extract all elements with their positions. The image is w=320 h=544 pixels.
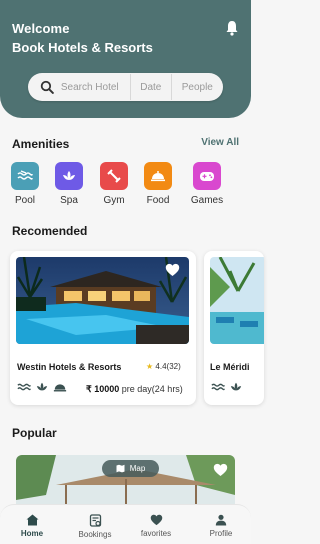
nav-profile[interactable]: Profile (196, 514, 246, 538)
map-label: Map (129, 464, 146, 473)
amenity-label: Gym (103, 195, 125, 206)
amenity-spa[interactable]: Spa (49, 162, 89, 206)
price-value: ₹ 10000 (86, 384, 120, 394)
amenity-games[interactable]: Games (187, 162, 227, 206)
pool-icon (11, 162, 39, 190)
nav-bookings[interactable]: Bookings (70, 514, 120, 539)
bottom-nav: Home Bookings favorites Profile (0, 504, 251, 544)
spa-icon (36, 382, 48, 391)
pool-icon (211, 383, 225, 391)
pool-icon (17, 383, 31, 391)
search-bar[interactable]: Search Hotel Date People (28, 73, 223, 101)
hotel-amenity-icons (211, 381, 243, 393)
nav-label: Home (20, 529, 44, 538)
nav-label: Bookings (78, 530, 112, 539)
amenity-label: Food (146, 195, 170, 206)
amenity-gym[interactable]: Gym (94, 162, 134, 206)
map-button[interactable]: Map (102, 460, 159, 477)
review-count: (32) (166, 362, 181, 371)
hotel-name: Westin Hotels & Resorts (17, 362, 122, 372)
spa-icon (55, 162, 83, 190)
nav-label: Profile (209, 529, 233, 538)
profile-icon (215, 514, 227, 526)
people-field[interactable]: People (172, 82, 223, 93)
amenity-label: Games (190, 195, 224, 206)
view-all-link[interactable]: View All (201, 137, 239, 148)
header-subtitle: Book Hotels & Resorts (12, 40, 153, 55)
price-unit: pre day(24 hrs) (121, 384, 183, 394)
welcome-text: Welcome (12, 21, 70, 36)
food-icon (53, 384, 67, 392)
games-icon (193, 162, 221, 190)
hotel-price: ₹ 10000 pre day(24 hrs) (86, 384, 183, 395)
amenity-pool[interactable]: Pool (5, 162, 45, 206)
hotel-amenity-icons (17, 381, 67, 393)
search-input[interactable]: Search Hotel (61, 82, 130, 93)
home-icon (26, 514, 38, 526)
favorite-icon[interactable] (213, 463, 228, 477)
hotel-image (16, 257, 189, 344)
amenity-label: Spa (60, 195, 78, 206)
rating-value: 4.4 (155, 362, 167, 371)
favorite-icon[interactable] (165, 263, 180, 277)
spa-icon (230, 382, 242, 391)
amenity-food[interactable]: Food (138, 162, 178, 206)
amenity-label: Pool (14, 195, 35, 206)
hotel-name: Le Méridi (210, 362, 250, 372)
recommended-title: Recomended (12, 224, 88, 238)
hotel-image (210, 257, 264, 344)
map-icon (116, 464, 125, 473)
hotel-rating: ★ 4.4(32) (146, 362, 181, 371)
amenities-title: Amenities (12, 137, 70, 151)
gym-icon (100, 162, 128, 190)
nav-home[interactable]: Home (7, 514, 57, 538)
star-icon: ★ (146, 362, 154, 371)
nav-favorites[interactable]: favorites (131, 514, 181, 538)
food-icon (144, 162, 172, 190)
popular-title: Popular (12, 426, 57, 440)
date-field[interactable]: Date (131, 82, 171, 93)
heart-icon (150, 514, 162, 526)
bell-icon[interactable] (225, 20, 239, 36)
nav-label: favorites (140, 529, 172, 538)
search-icon (40, 80, 54, 94)
bookings-icon (89, 514, 101, 527)
